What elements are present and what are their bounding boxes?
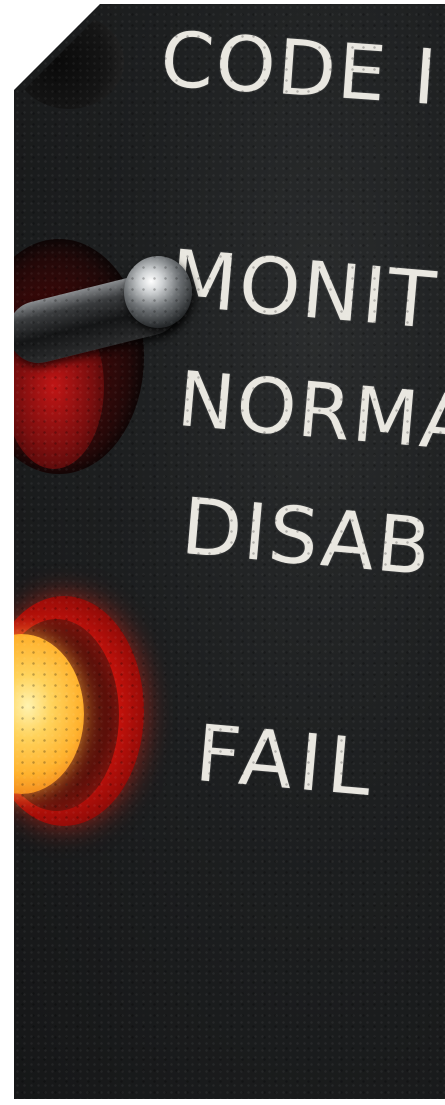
equipment-panel-photo: CODE I MONIT NORMA DISAB FAIL (0, 0, 445, 1105)
monitor-label: MONIT (166, 234, 441, 347)
panel-surface: CODE I MONIT NORMA DISAB FAIL (14, 4, 445, 1099)
disable-label: DISAB (178, 482, 436, 594)
panel-mounting-hole (14, 14, 124, 109)
image-border (0, 0, 14, 1105)
code-label: CODE I (157, 14, 442, 123)
fail-label: FAIL (192, 709, 381, 815)
normal-label: NORMA (174, 354, 445, 469)
toggle-switch-tip[interactable] (124, 256, 192, 328)
